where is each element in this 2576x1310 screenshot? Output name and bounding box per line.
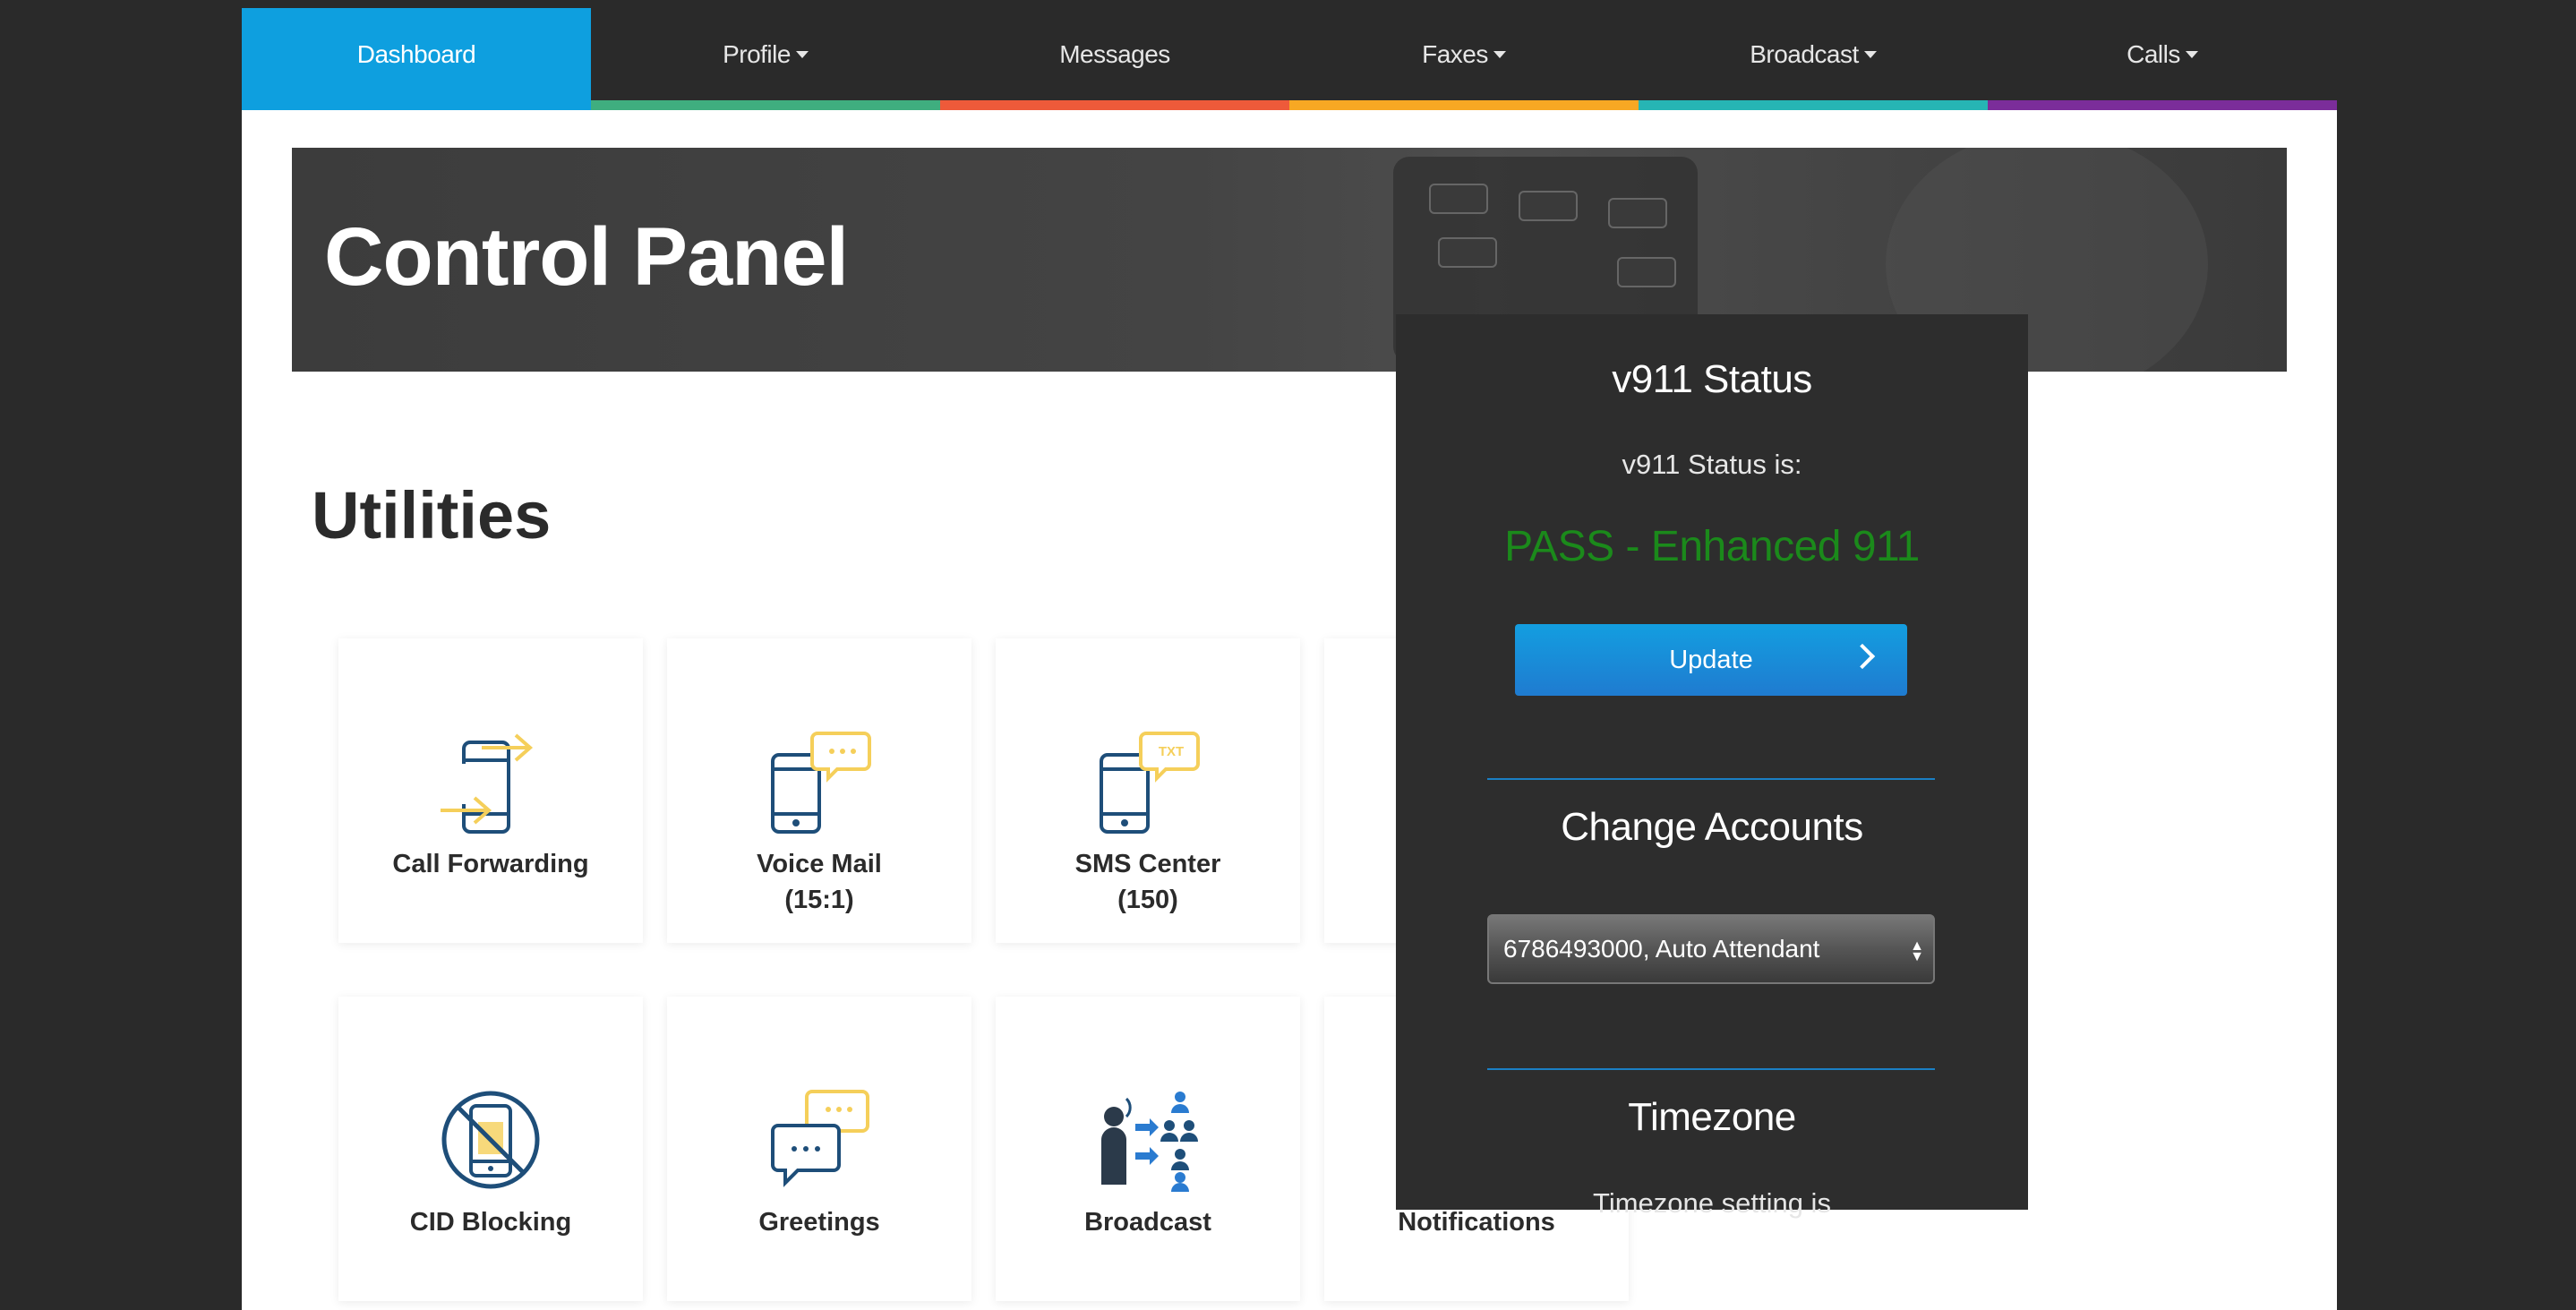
nav-profile[interactable]: Profile	[591, 8, 940, 110]
timezone-label: Timezone setting is	[1593, 1187, 1831, 1219]
v911-status-heading: v911 Status	[1612, 357, 1812, 401]
caret-down-icon	[1493, 51, 1506, 58]
account-select[interactable]: 6786493000, Auto Attendant ▲ ▼	[1487, 914, 1935, 984]
tile-sms-center[interactable]: TXT SMS Center (150)	[996, 638, 1300, 943]
page-title: Control Panel	[324, 211, 849, 303]
caret-down-icon	[1863, 51, 1877, 58]
caret-down-icon	[795, 51, 809, 58]
svg-text:TXT: TXT	[1159, 744, 1184, 759]
greetings-icon	[771, 1090, 869, 1187]
account-select-value: 6786493000, Auto Attendant	[1503, 935, 1820, 963]
chevron-right-icon	[1849, 643, 1876, 670]
nav-calls-label: Calls	[2127, 40, 2180, 68]
broadcast-icon	[1101, 1092, 1198, 1192]
update-button[interactable]: Update	[1515, 624, 1907, 696]
nav-broadcast-label: Broadcast	[1750, 40, 1859, 68]
tile-broadcast[interactable]: Broadcast	[996, 997, 1300, 1301]
change-accounts-heading: Change Accounts	[1561, 805, 1863, 849]
nav-calls-bar	[1988, 100, 2337, 110]
update-button-label: Update	[1669, 645, 1753, 674]
nav-dashboard-bar	[242, 100, 591, 110]
sms-center-icon: TXT	[1100, 732, 1200, 834]
nav-messages[interactable]: Messages	[940, 8, 1289, 110]
hero-key	[1438, 237, 1497, 268]
hero-key	[1519, 191, 1578, 221]
call-forwarding-icon	[441, 733, 534, 834]
cid-blocking-icon	[441, 1091, 540, 1189]
nav-faxes-bar	[1289, 100, 1639, 110]
utilities-heading: Utilities	[312, 478, 552, 552]
nav-faxes-label: Faxes	[1422, 40, 1488, 68]
voice-mail-icon	[771, 732, 871, 834]
divider	[1487, 1068, 1935, 1070]
nav-broadcast-bar	[1639, 100, 1988, 110]
nav-broadcast[interactable]: Broadcast	[1639, 8, 1988, 110]
tile-call-forwarding[interactable]: Call Forwarding	[338, 638, 643, 943]
tile-label: SMS Center (150)	[1074, 850, 1221, 914]
nav-calls[interactable]: Calls	[1988, 8, 2337, 110]
v911-status-value: PASS - Enhanced 911	[1504, 523, 1920, 570]
nav-profile-bar	[591, 100, 940, 110]
tile-label: CID Blocking	[409, 1208, 572, 1237]
nav-dashboard[interactable]: Dashboard	[242, 8, 591, 110]
select-arrows-icon: ▲ ▼	[1910, 938, 1924, 964]
v911-status-label: v911 Status is:	[1622, 449, 1802, 480]
tile-greetings[interactable]: Greetings	[667, 997, 971, 1301]
tile-label: Greetings	[758, 1208, 880, 1237]
hero-key	[1429, 184, 1488, 214]
tile-label: Broadcast	[1084, 1208, 1211, 1237]
hero-key	[1608, 198, 1667, 228]
nav-dashboard-label: Dashboard	[356, 40, 476, 68]
tile-label: Voice Mail (15:1)	[757, 850, 882, 914]
divider	[1487, 778, 1935, 780]
nav-messages-label: Messages	[1059, 40, 1170, 68]
top-nav: Dashboard Profile Messages Faxes Broadca…	[242, 8, 2337, 110]
status-sidebar: v911 Status v911 Status is: PASS - Enhan…	[1396, 314, 2028, 1219]
caret-down-icon	[2185, 51, 2198, 58]
nav-messages-bar	[940, 100, 1289, 110]
tile-voice-mail[interactable]: Voice Mail (15:1)	[667, 638, 971, 943]
hero-key	[1617, 257, 1676, 287]
nav-profile-label: Profile	[723, 40, 791, 68]
nav-faxes[interactable]: Faxes	[1289, 8, 1639, 110]
timezone-heading: Timezone	[1628, 1095, 1796, 1139]
tile-cid-blocking[interactable]: CID Blocking	[338, 997, 643, 1301]
tile-label: Call Forwarding	[392, 850, 589, 878]
